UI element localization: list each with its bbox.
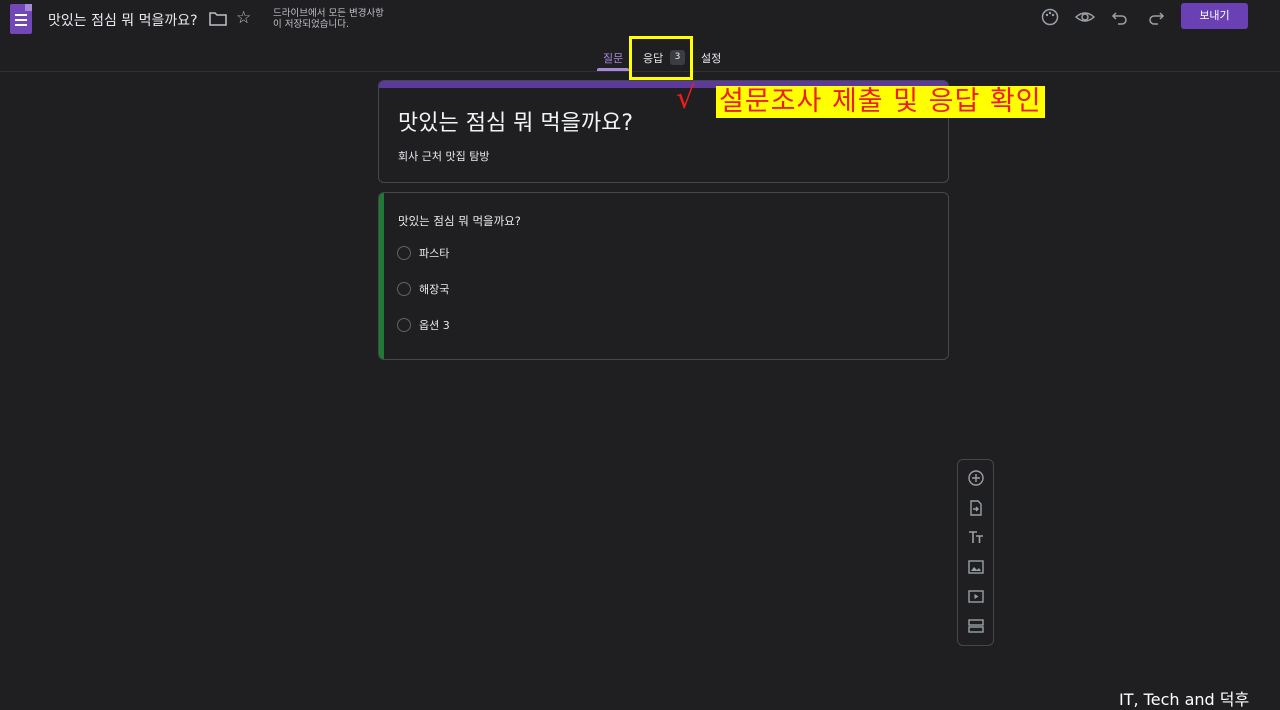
active-tab-indicator (597, 68, 629, 71)
tab-settings[interactable]: 설정 (701, 50, 721, 66)
tab-questions[interactable]: 질문 (603, 50, 623, 66)
radio-button[interactable] (397, 282, 411, 296)
save-status-line: 드라이브에서 모든 변경사항 (273, 8, 384, 19)
watermark: IT, Tech and 덕후 (1119, 690, 1250, 709)
folder-icon[interactable] (209, 11, 227, 27)
add-title-icon[interactable] (967, 528, 985, 546)
send-button[interactable]: 보내기 (1181, 3, 1248, 29)
star-icon[interactable]: ☆ (236, 9, 251, 27)
form-title[interactable]: 맛있는 점심 뭐 먹을까요? (398, 105, 633, 137)
question-title[interactable]: 맛있는 점심 뭐 먹을까요? (398, 213, 521, 229)
annotation-label: 설문조사 제출 및 응답 확인 (716, 86, 1045, 118)
import-questions-icon[interactable] (967, 499, 985, 517)
option-label: 파스타 (419, 247, 450, 260)
save-status-line: 이 저장되었습니다. (273, 19, 349, 30)
radio-button[interactable] (397, 246, 411, 260)
preview-eye-icon[interactable] (1075, 7, 1095, 27)
save-status: 드라이브에서 모든 변경사항 이 저장되었습니다. (273, 8, 403, 30)
add-question-icon[interactable] (967, 469, 985, 487)
add-image-icon[interactable] (967, 558, 985, 576)
annotation-check-mark: √ (676, 81, 696, 116)
floating-toolbar (957, 459, 994, 646)
forms-app-icon[interactable] (10, 4, 32, 34)
add-section-icon[interactable] (967, 617, 985, 635)
question-card[interactable]: 맛있는 점심 뭐 먹을까요? 파스타 해장국 옵션 3 (378, 192, 949, 360)
form-description[interactable]: 회사 근처 맛집 탐방 (398, 148, 489, 164)
palette-icon[interactable] (1040, 7, 1060, 27)
option-label: 해장국 (419, 283, 450, 296)
option-label: 옵션 3 (419, 319, 450, 332)
question-card-accent (379, 193, 384, 359)
radio-button[interactable] (397, 318, 411, 332)
document-title[interactable]: 맛있는 점심 뭐 먹을까요? (48, 10, 198, 30)
add-video-icon[interactable] (967, 587, 985, 605)
redo-icon[interactable] (1146, 7, 1166, 27)
undo-icon[interactable] (1110, 7, 1130, 27)
responses-tab-highlight (629, 36, 693, 80)
